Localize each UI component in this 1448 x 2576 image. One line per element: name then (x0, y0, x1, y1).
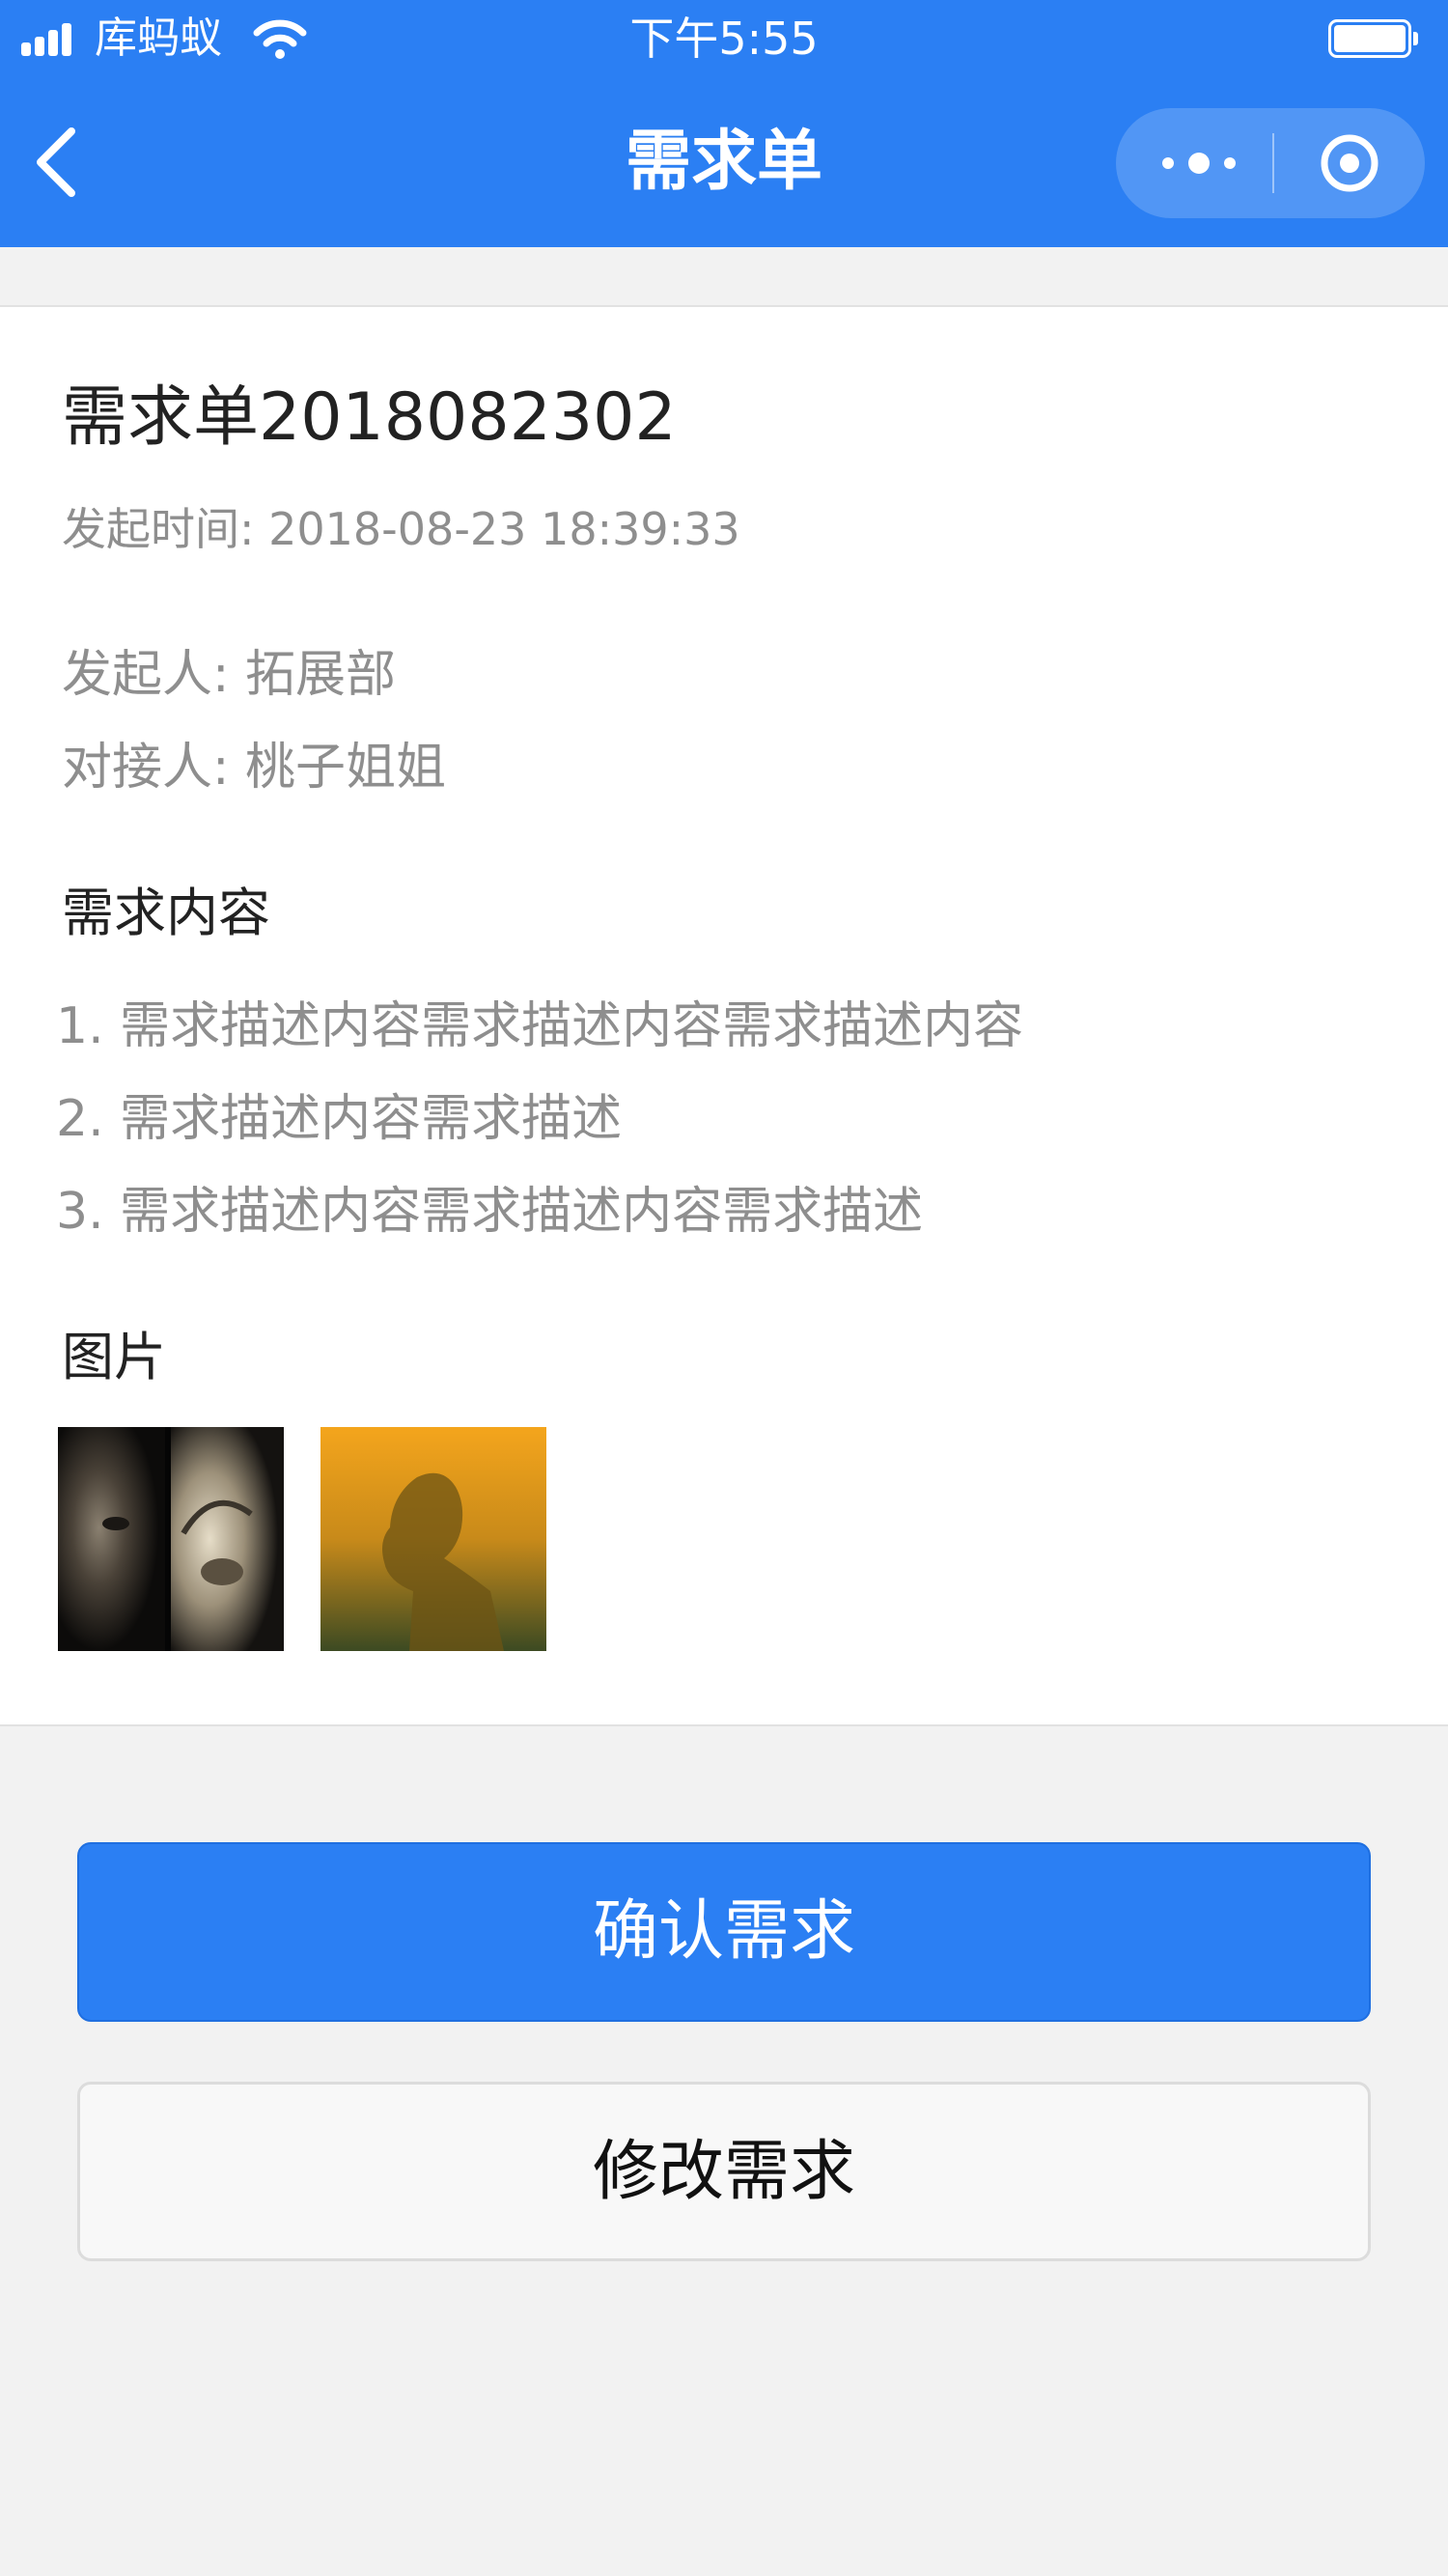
image-thumbnail-silhouette[interactable] (320, 1427, 546, 1651)
top-bar: 库蚂蚁 下午5:55 需求单 (0, 0, 1448, 247)
navigation-bar: 需求单 (0, 77, 1448, 247)
image-thumbnail-face[interactable] (58, 1427, 284, 1651)
battery-icon (1328, 19, 1419, 58)
confirm-request-button[interactable]: 确认需求 (77, 1842, 1371, 2022)
status-time: 下午5:55 (629, 13, 819, 65)
status-bar: 库蚂蚁 下午5:55 (0, 0, 1448, 77)
contact-line: 对接人: 桃子姐姐 (62, 739, 447, 797)
order-title: 需求单2018082302 (62, 379, 677, 456)
modify-request-button[interactable]: 修改需求 (77, 2082, 1371, 2261)
requirement-item-1: 1. 需求描述内容需求描述内容需求描述内容 (56, 997, 1024, 1055)
mini-program-capsule (1116, 108, 1425, 218)
content-heading: 需求内容 (62, 882, 270, 943)
requirement-item-2: 2. 需求描述内容需求描述 (56, 1090, 623, 1148)
more-dots-icon[interactable] (1116, 108, 1270, 218)
requirement-item-3: 3. 需求描述内容需求描述内容需求描述 (56, 1183, 924, 1241)
initiator-line: 发起人: 拓展部 (62, 646, 397, 704)
target-circle-icon[interactable] (1274, 108, 1425, 218)
created-time: 发起时间: 2018-08-23 18:39:33 (62, 503, 740, 555)
order-detail-card: 需求单2018082302 发起时间: 2018-08-23 18:39:33 … (0, 305, 1448, 1726)
images-heading: 图片 (62, 1327, 166, 1387)
